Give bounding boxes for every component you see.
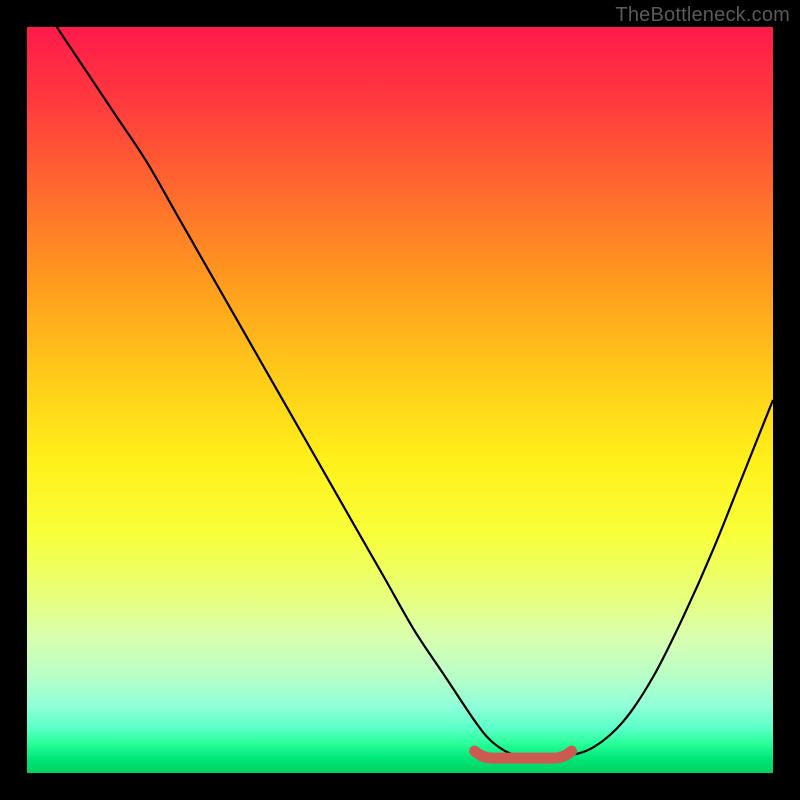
chart-stage: TheBottleneck.com (0, 0, 800, 800)
plot-area (27, 27, 773, 773)
watermark-text: TheBottleneck.com (615, 4, 790, 27)
bottleneck-curve (57, 27, 773, 758)
optimal-range-marker (475, 751, 572, 758)
curve-svg (27, 27, 773, 773)
